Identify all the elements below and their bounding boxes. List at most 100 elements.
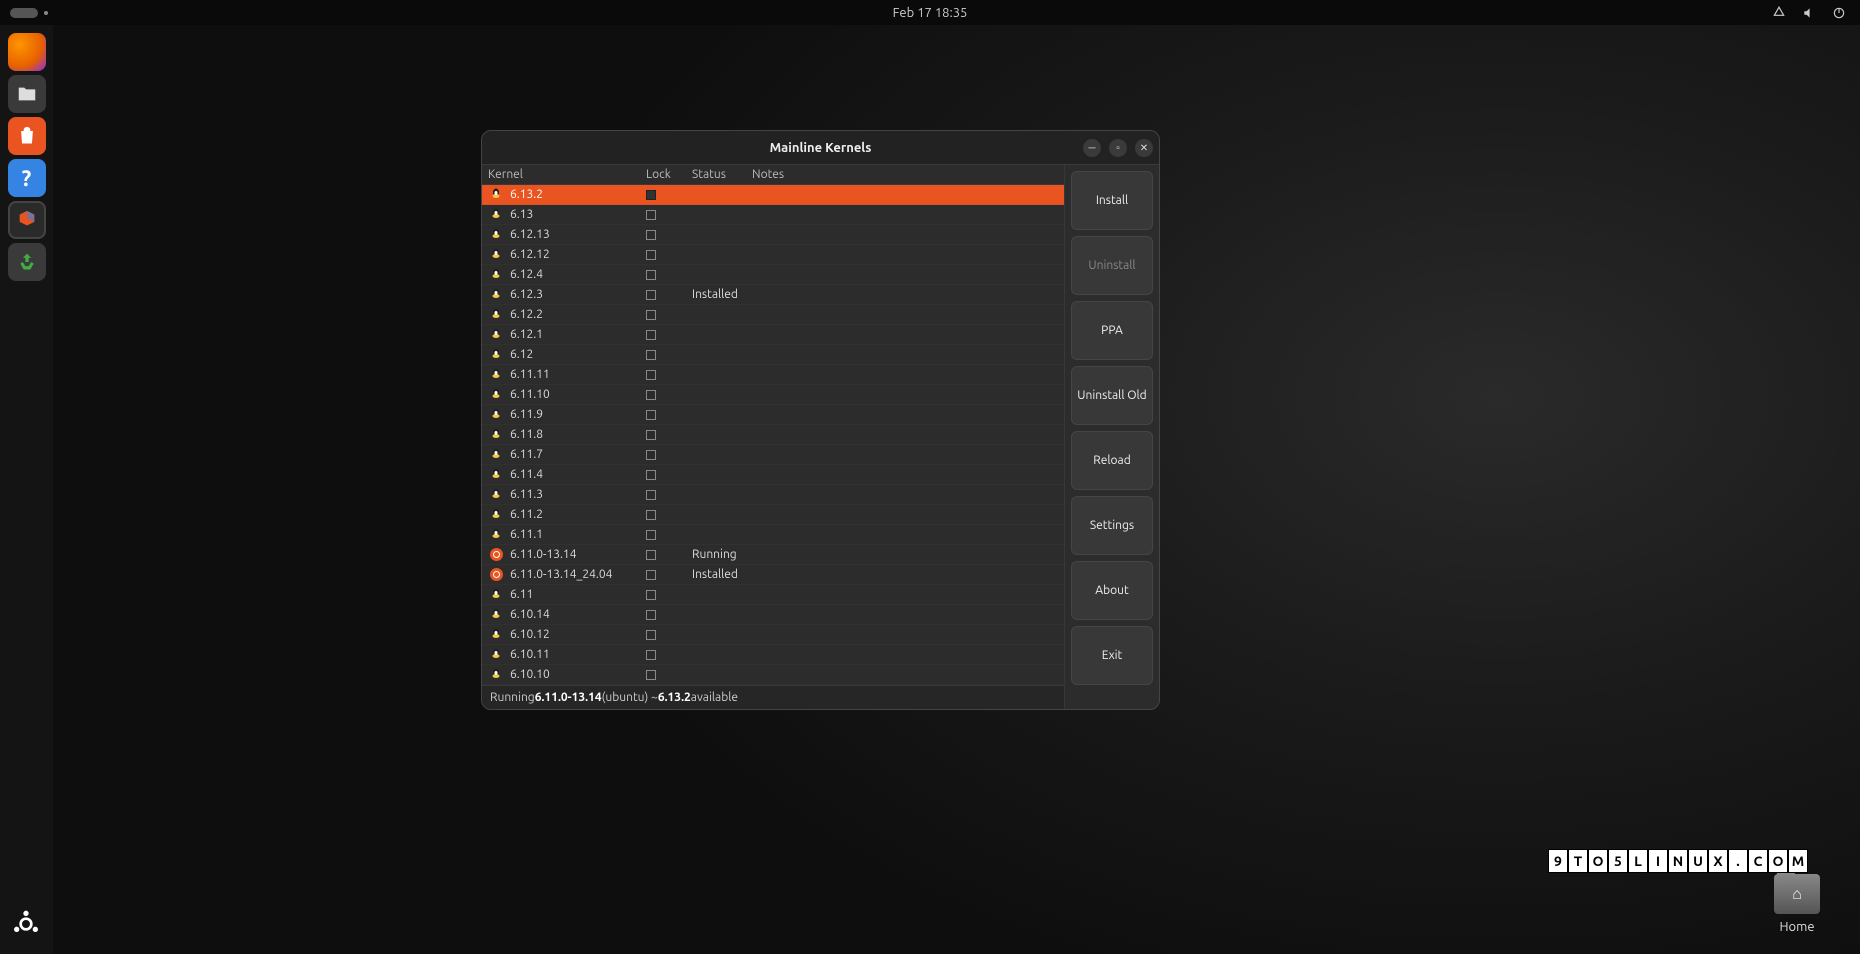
kernel-row[interactable]: 6.12.3Installed <box>482 285 1064 305</box>
lock-checkbox[interactable] <box>646 490 656 500</box>
kernel-row[interactable]: 6.13.2 <box>482 185 1064 205</box>
lock-checkbox[interactable] <box>646 350 656 360</box>
titlebar[interactable]: Mainline Kernels ─ ▫ ✕ <box>482 131 1159 165</box>
kernel-row[interactable]: 6.13 <box>482 205 1064 225</box>
header-notes[interactable]: Notes <box>752 168 1058 181</box>
header-kernel[interactable]: Kernel <box>488 168 646 181</box>
kernel-row[interactable]: 6.10.14 <box>482 605 1064 625</box>
kernel-row[interactable]: 6.11.4 <box>482 465 1064 485</box>
window-close-button[interactable]: ✕ <box>1135 139 1153 157</box>
kernel-row[interactable]: 6.10.11 <box>482 645 1064 665</box>
kernel-row[interactable]: 6.11.0-13.14_24.04Installed <box>482 565 1064 585</box>
dock-app-software[interactable] <box>8 117 46 155</box>
lock-checkbox[interactable] <box>646 610 656 620</box>
kernel-row[interactable]: 6.11.9 <box>482 405 1064 425</box>
kernel-row[interactable]: 6.11.7 <box>482 445 1064 465</box>
kernel-list-pane: Kernel Lock Status Notes 6.13.26.13 6.12.… <box>482 165 1065 709</box>
kernel-row[interactable]: 6.11 <box>482 585 1064 605</box>
lock-checkbox[interactable] <box>646 650 656 660</box>
tux-icon <box>490 367 502 382</box>
watermark-char: L <box>1628 849 1648 873</box>
window-maximize-button[interactable]: ▫ <box>1109 139 1127 157</box>
lock-checkbox[interactable] <box>646 570 656 580</box>
tux-icon <box>490 207 502 222</box>
lock-checkbox[interactable] <box>646 210 656 220</box>
uninstall-old-button[interactable]: Uninstall Old <box>1071 366 1153 425</box>
lock-checkbox[interactable] <box>646 310 656 320</box>
desktop-icon-label: Home <box>1774 920 1820 934</box>
reload-button[interactable]: Reload <box>1071 431 1153 490</box>
uninstall-button[interactable]: Uninstall <box>1071 236 1153 295</box>
status-bar: Running 6.11.0-13.14 (ubuntu) ~ 6.13.2 a… <box>482 685 1064 709</box>
kernel-row[interactable]: 6.11.3 <box>482 485 1064 505</box>
lock-checkbox[interactable] <box>646 370 656 380</box>
lock-checkbox[interactable] <box>646 450 656 460</box>
window-minimize-button[interactable]: ─ <box>1083 139 1101 157</box>
kernel-row[interactable]: 6.11.1 <box>482 525 1064 545</box>
kernel-row[interactable]: 6.10.10 <box>482 665 1064 685</box>
watermark-char: U <box>1688 849 1708 873</box>
lock-checkbox[interactable] <box>646 590 656 600</box>
kernel-row[interactable]: 6.11.0-13.14Running <box>482 545 1064 565</box>
desktop-icon-home[interactable]: ⌂ Home <box>1774 874 1820 934</box>
settings-button[interactable]: Settings <box>1071 496 1153 555</box>
kernel-row[interactable]: 6.12.12 <box>482 245 1064 265</box>
status-running-version: 6.11.0-13.14 <box>535 691 602 704</box>
kernel-row[interactable]: 6.12 <box>482 345 1064 365</box>
kernel-name: 6.11 <box>510 588 646 601</box>
kernel-row[interactable]: 6.10.12 <box>482 625 1064 645</box>
activities-pill[interactable] <box>10 8 38 18</box>
kernel-rows: 6.13.26.136.12.136.12.126.12.46.12.3Inst… <box>482 185 1064 685</box>
lock-checkbox[interactable] <box>646 430 656 440</box>
lock-checkbox[interactable] <box>646 270 656 280</box>
kernel-name: 6.12.4 <box>510 268 646 281</box>
show-apps[interactable] <box>10 908 42 940</box>
dock-app-files[interactable] <box>8 75 46 113</box>
lock-checkbox[interactable] <box>646 250 656 260</box>
kernel-name: 6.11.1 <box>510 528 646 541</box>
kernel-row[interactable]: 6.11.10 <box>482 385 1064 405</box>
dock-app-help[interactable]: ? <box>8 159 46 197</box>
header-status[interactable]: Status <box>692 168 752 181</box>
lock-checkbox[interactable] <box>646 670 656 680</box>
system-tray[interactable] <box>1772 6 1846 20</box>
kernel-name: 6.12.3 <box>510 288 646 301</box>
volume-icon <box>1802 6 1816 20</box>
lock-checkbox[interactable] <box>646 410 656 420</box>
kernel-name: 6.12.13 <box>510 228 646 241</box>
install-button[interactable]: Install <box>1071 171 1153 230</box>
kernel-row[interactable]: 6.12.13 <box>482 225 1064 245</box>
dock-app-firefox[interactable] <box>8 33 46 71</box>
lock-checkbox[interactable] <box>646 510 656 520</box>
dock-app-trash[interactable] <box>8 243 46 281</box>
tux-icon <box>490 267 502 282</box>
watermark-char: X <box>1708 849 1728 873</box>
lock-checkbox[interactable] <box>646 290 656 300</box>
lock-checkbox[interactable] <box>646 390 656 400</box>
kernel-row[interactable]: 6.11.11 <box>482 365 1064 385</box>
header-lock[interactable]: Lock <box>646 168 692 181</box>
lock-checkbox[interactable] <box>646 470 656 480</box>
kernel-row[interactable]: 6.11.8 <box>482 425 1064 445</box>
lock-checkbox[interactable] <box>646 230 656 240</box>
dock-app-mainline[interactable] <box>8 201 46 239</box>
kernel-row[interactable]: 6.11.2 <box>482 505 1064 525</box>
watermark-char: M <box>1788 849 1808 873</box>
kernel-row[interactable]: 6.12.4 <box>482 265 1064 285</box>
kernel-name: 6.10.12 <box>510 628 646 641</box>
kernel-status: Installed <box>692 568 752 581</box>
exit-button[interactable]: Exit <box>1071 626 1153 685</box>
lock-checkbox[interactable] <box>646 550 656 560</box>
lock-checkbox[interactable] <box>646 190 656 200</box>
kernel-row[interactable]: 6.12.1 <box>482 325 1064 345</box>
about-button[interactable]: About <box>1071 561 1153 620</box>
ppa-button[interactable]: PPA <box>1071 301 1153 360</box>
watermark-char: O <box>1588 849 1608 873</box>
watermark-char: T <box>1568 849 1588 873</box>
kernel-row[interactable]: 6.12.2 <box>482 305 1064 325</box>
lock-checkbox[interactable] <box>646 530 656 540</box>
lock-checkbox[interactable] <box>646 330 656 340</box>
tux-icon <box>490 627 502 642</box>
lock-checkbox[interactable] <box>646 630 656 640</box>
clock[interactable]: Feb 17 18:35 <box>893 6 968 20</box>
